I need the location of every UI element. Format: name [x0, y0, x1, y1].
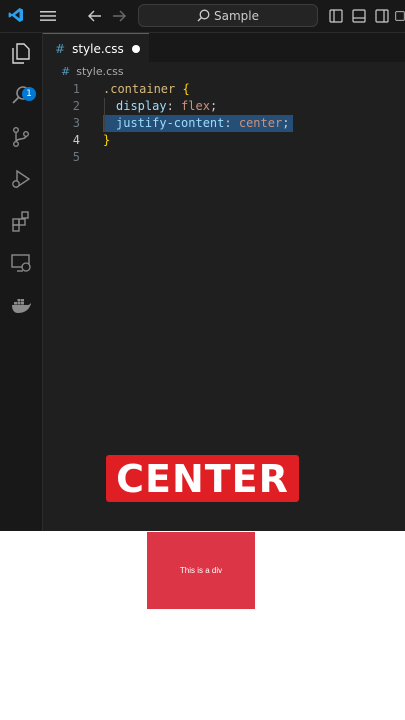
code-text: }: [103, 132, 110, 149]
editor-tabs: # style.css: [43, 33, 405, 63]
colon: :: [166, 99, 174, 113]
semicolon: ;: [209, 99, 218, 113]
center-banner: CENTER: [106, 455, 299, 502]
layout-secondary-icon[interactable]: [374, 8, 390, 24]
tab-label: style.css: [72, 41, 124, 56]
line-number: 1: [72, 82, 80, 96]
css-property: display: [116, 99, 167, 113]
search-icon: [197, 9, 210, 22]
command-center-search[interactable]: Sample: [138, 4, 318, 27]
demo-div: This is a div: [147, 532, 255, 609]
css-property: justify-content: [116, 116, 225, 130]
unsaved-dot-icon[interactable]: [132, 45, 140, 53]
code-text: display: flex;: [116, 98, 217, 115]
back-arrow-icon[interactable]: [87, 8, 103, 24]
line-number: 2: [72, 99, 80, 113]
remote-explorer-icon[interactable]: [0, 245, 42, 281]
line-number: 4: [72, 133, 80, 147]
extensions-icon[interactable]: [0, 203, 42, 239]
code-text: justify-content: center;: [103, 115, 294, 132]
forward-arrow-icon[interactable]: [111, 8, 127, 24]
activity-bar: 1: [0, 33, 43, 531]
tab-style-css[interactable]: # style.css: [43, 33, 149, 63]
css-file-icon: #: [55, 41, 66, 56]
line-number: 5: [72, 150, 80, 164]
code-line: 5: [43, 149, 405, 166]
source-control-icon[interactable]: [0, 119, 42, 155]
indent-guide: [104, 98, 105, 132]
open-brace: {: [182, 82, 190, 96]
code-text: .container {: [103, 81, 190, 98]
layout-custom-icon[interactable]: [395, 8, 405, 24]
explorer-badge: 1: [22, 87, 36, 101]
css-value: center: [238, 116, 283, 130]
search-label: Sample: [214, 8, 259, 23]
code-line-selected: 3 justify-content: center;: [43, 115, 405, 132]
explorer-icon[interactable]: [0, 35, 42, 71]
colon: :: [224, 116, 232, 130]
code-line: 2 display: flex;: [43, 98, 405, 115]
docker-icon[interactable]: [0, 287, 42, 323]
css-selector: .container: [103, 82, 176, 96]
breadcrumb-file[interactable]: style.css: [76, 65, 123, 78]
vscode-logo-icon: [8, 7, 24, 23]
close-brace: }: [103, 133, 111, 147]
menu-icon[interactable]: [39, 8, 57, 24]
line-number: 3: [72, 116, 80, 130]
code-line: 4 }: [43, 132, 405, 149]
semicolon: ;: [282, 116, 290, 130]
css-value: flex: [181, 99, 210, 113]
browser-preview: This is a div: [0, 531, 405, 720]
layout-panel-icon[interactable]: [351, 8, 367, 24]
breadcrumb[interactable]: # style.css: [61, 65, 124, 78]
code-line: 1 .container {: [43, 81, 405, 98]
title-bar: Sample: [0, 0, 405, 33]
run-debug-icon[interactable]: [0, 161, 42, 197]
css-file-icon: #: [61, 65, 71, 78]
layout-sidebar-icon[interactable]: [328, 8, 344, 24]
